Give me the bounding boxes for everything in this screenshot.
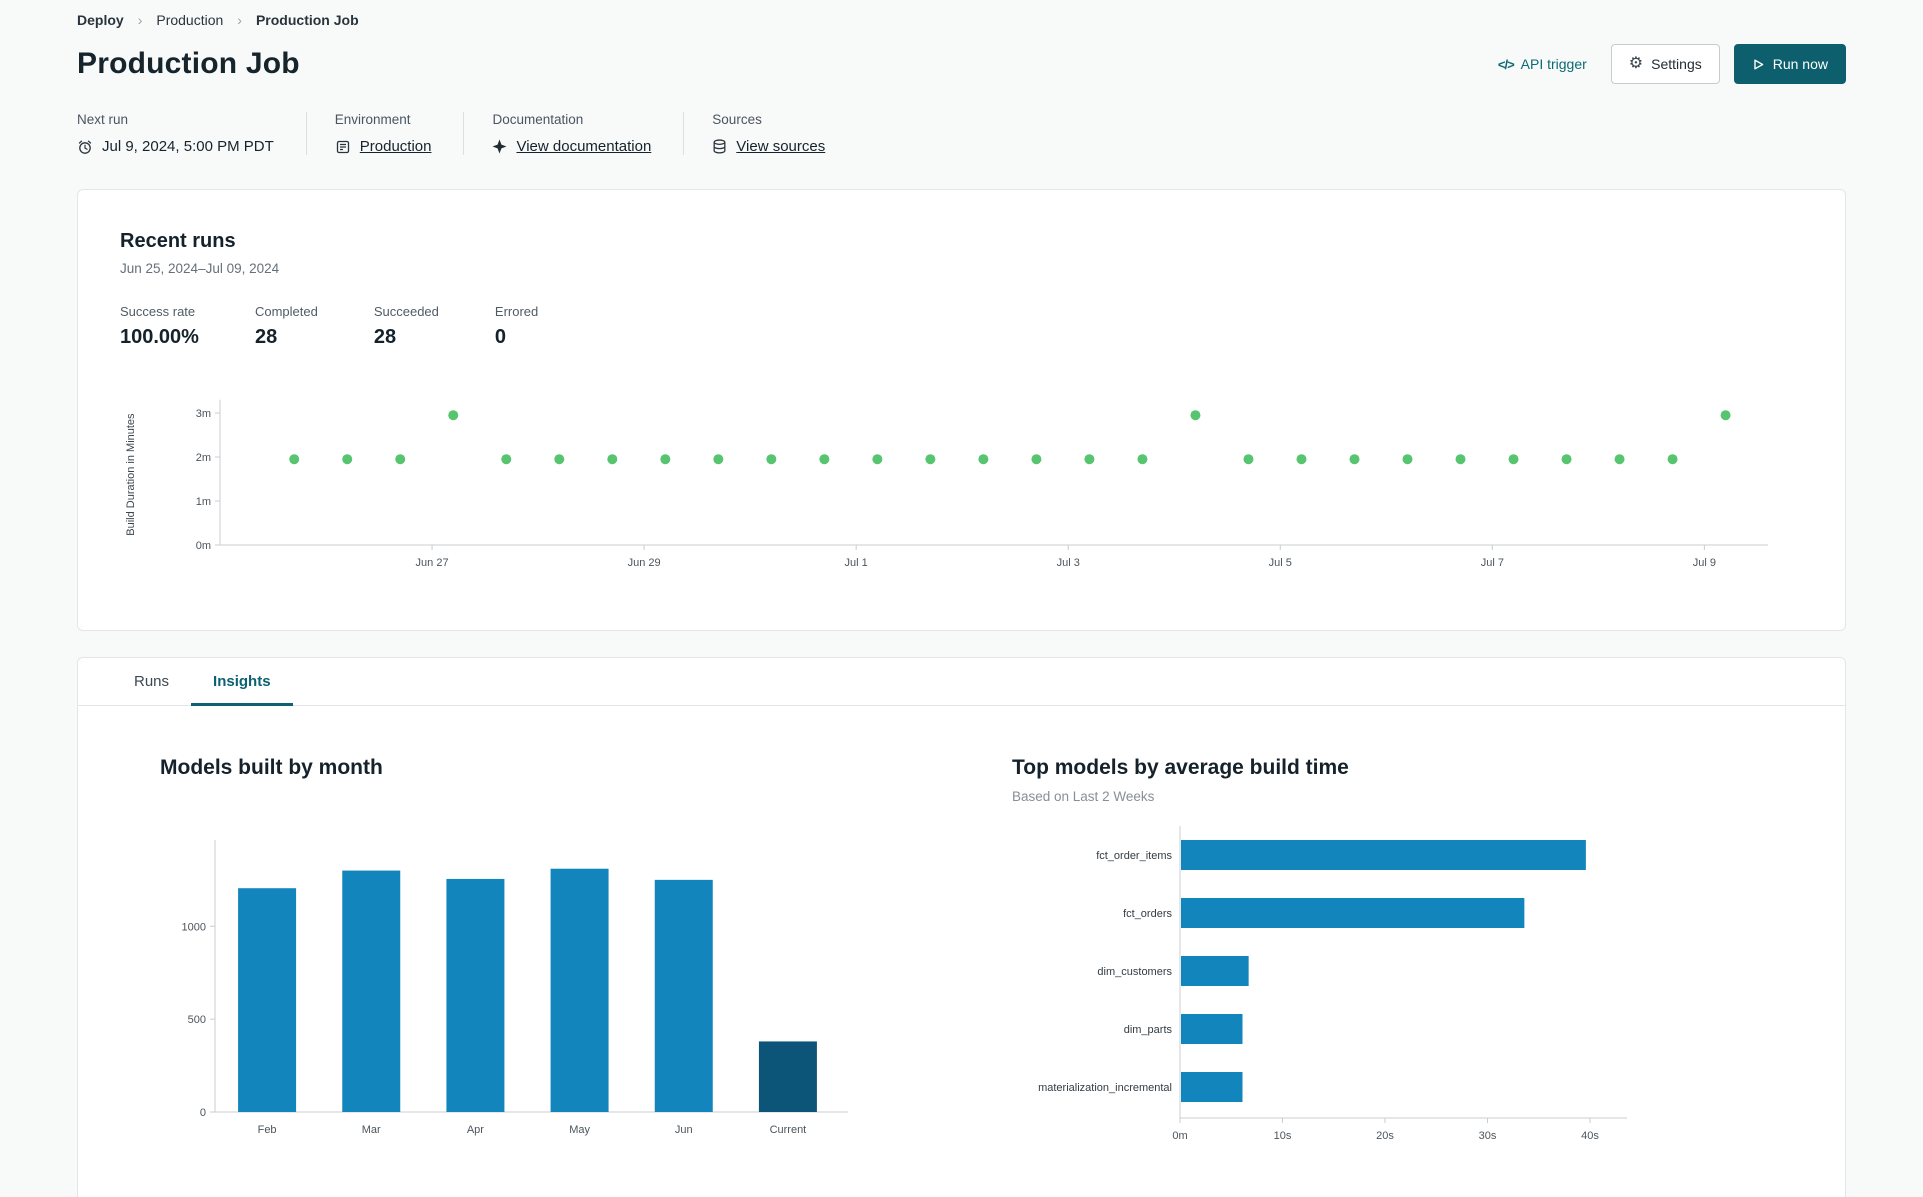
svg-text:Current: Current (770, 1124, 807, 1136)
models-built-by-month-block: Models built by month 0 500 1000 Feb Mar Apr M… (160, 756, 940, 1152)
recent-runs-stats: Success rate 100.00% Completed 28 Succee… (120, 304, 1803, 349)
docs-star-icon (493, 139, 507, 154)
code-icon: </> (1497, 56, 1515, 72)
svg-text:Jul 5: Jul 5 (1269, 557, 1292, 569)
svg-text:Jun 27: Jun 27 (416, 557, 449, 569)
svg-text:Feb: Feb (258, 1124, 277, 1136)
recent-runs-date-range: Jun 25, 2024–Jul 09, 2024 (120, 261, 280, 276)
environment-icon (336, 140, 349, 153)
svg-text:0m: 0m (1172, 1130, 1187, 1142)
svg-text:1000: 1000 (182, 921, 206, 933)
tab-runs[interactable]: Runs (112, 658, 191, 706)
run-now-button[interactable]: Run now (1733, 44, 1846, 84)
alarm-clock-icon (78, 140, 92, 154)
stat-label: Completed (254, 304, 318, 319)
sources-section: Sources View sources (683, 112, 857, 155)
stat-value: 28 (373, 326, 397, 348)
svg-text:Jun: Jun (675, 1124, 693, 1136)
svg-text:Mar: Mar (362, 1124, 381, 1136)
breadcrumb-deploy[interactable]: Deploy (77, 12, 124, 28)
stat-success-rate: Success rate 100.00% (120, 304, 199, 349)
svg-text:30s: 30s (1479, 1130, 1497, 1142)
gear-icon: ⚙ (1628, 55, 1644, 72)
svg-text:40s: 40s (1581, 1130, 1599, 1142)
api-trigger-label: API trigger (1520, 56, 1587, 72)
sources-label: Sources (712, 112, 762, 127)
page-header: Production Job </> API trigger ⚙ Setting… (77, 44, 1846, 84)
view-documentation-link[interactable]: View documentation (516, 138, 651, 155)
build-duration-scatter-chart: 0m 1m 2m 3m Jun 27 Jun 29 Jul 1 Jul 3 Jul 5 Jul 7… (125, 399, 1768, 569)
svg-text:fct_orders: fct_orders (1123, 908, 1172, 920)
stat-completed: Completed 28 (255, 304, 318, 349)
top-models-block: Top models by average build time Based o… (1012, 756, 1652, 1152)
production-job-page: Deploy › Production › Production Job Pro… (0, 0, 1923, 1197)
environment-section: Environment Production (305, 112, 464, 155)
documentation-label: Documentation (492, 112, 584, 127)
top-models-chart: 0m 10s 20s 30s 40s fct_order_items fct_ordersd… (1038, 826, 1627, 1142)
recent-runs-title: Recent runs (120, 230, 236, 252)
next-run-value: Jul 9, 2024, 5:00 PM PDT (102, 138, 274, 155)
tab-insights[interactable]: Insights (191, 658, 293, 706)
next-run-section: Next run Jul 9, 2024, 5:00 PM PDT (77, 112, 306, 155)
stat-value: 100.00% (120, 326, 199, 348)
breadcrumb-production[interactable]: Production (156, 12, 223, 28)
breadcrumb: Deploy › Production › Production Job (77, 12, 1846, 28)
stat-succeeded: Succeeded 28 (374, 304, 439, 349)
runs-insights-card: Runs Insights Models built by month 0 500… (77, 657, 1846, 1197)
page-title: Production Job (77, 47, 300, 80)
models-built-by-month-title: Models built by month (160, 756, 383, 779)
svg-text:Jul 3: Jul 3 (1057, 557, 1080, 569)
insights-panel: Models built by month 0 500 1000 Feb Mar Apr M… (78, 706, 1845, 1197)
play-icon (1754, 59, 1764, 69)
documentation-section: Documentation View documentation (463, 112, 683, 155)
svg-text:May: May (569, 1124, 590, 1136)
database-icon (713, 138, 726, 154)
api-trigger-link[interactable]: </> API trigger (1498, 56, 1587, 72)
svg-text:fct_order_items: fct_order_items (1096, 850, 1172, 862)
recent-runs-card: Recent runs Jun 25, 2024–Jul 09, 2024 Su… (77, 189, 1846, 631)
svg-text:20s: 20s (1376, 1130, 1394, 1142)
models-built-by-month-chart: 0 500 1000 Feb Mar Apr May Jun Current (182, 840, 848, 1136)
breadcrumb-production-job: Production Job (255, 12, 359, 28)
svg-text:Jul 7: Jul 7 (1481, 557, 1504, 569)
svg-text:0: 0 (200, 1107, 206, 1119)
stat-value: 0 (494, 326, 507, 348)
top-models-title: Top models by average build time (1012, 756, 1349, 779)
svg-text:0m: 0m (196, 540, 211, 552)
svg-text:10s: 10s (1274, 1130, 1292, 1142)
environment-label: Environment (334, 112, 411, 127)
stat-label: Succeeded (373, 304, 439, 319)
stat-value: 28 (254, 326, 278, 348)
svg-text:Build Duration in Minutes: Build Duration in Minutes (125, 413, 137, 536)
environment-link[interactable]: Production (360, 138, 432, 155)
top-models-subtitle: Based on Last 2 Weeks (1012, 789, 1155, 804)
breadcrumb-separator-icon: › (237, 12, 242, 28)
svg-text:Jun 29: Jun 29 (628, 557, 661, 569)
breadcrumb-separator-icon: › (137, 12, 143, 28)
svg-text:Jul 9: Jul 9 (1693, 557, 1716, 569)
run-now-label: Run now (1772, 56, 1828, 72)
svg-text:dim_parts: dim_parts (1124, 1024, 1173, 1036)
settings-label: Settings (1651, 56, 1702, 72)
view-sources-link[interactable]: View sources (736, 138, 825, 155)
header-actions: </> API trigger ⚙ Settings Run now (1498, 44, 1846, 84)
stat-label: Success rate (120, 304, 196, 319)
svg-text:1m: 1m (196, 496, 211, 508)
svg-text:Jul 1: Jul 1 (845, 557, 868, 569)
svg-text:3m: 3m (196, 408, 211, 420)
tab-row: Runs Insights (78, 658, 1845, 706)
svg-text:500: 500 (188, 1014, 206, 1026)
stat-errored: Errored 0 (495, 304, 538, 349)
svg-text:materialization_incremental: materialization_incremental (1038, 1082, 1172, 1094)
settings-button[interactable]: ⚙ Settings (1610, 44, 1720, 84)
next-run-label: Next run (77, 112, 129, 127)
svg-text:Apr: Apr (467, 1124, 484, 1136)
job-meta-row: Next run Jul 9, 2024, 5:00 PM PDT Enviro… (77, 112, 1846, 155)
svg-text:dim_customers: dim_customers (1097, 966, 1172, 978)
svg-text:2m: 2m (196, 452, 211, 464)
stat-label: Errored (494, 304, 539, 319)
